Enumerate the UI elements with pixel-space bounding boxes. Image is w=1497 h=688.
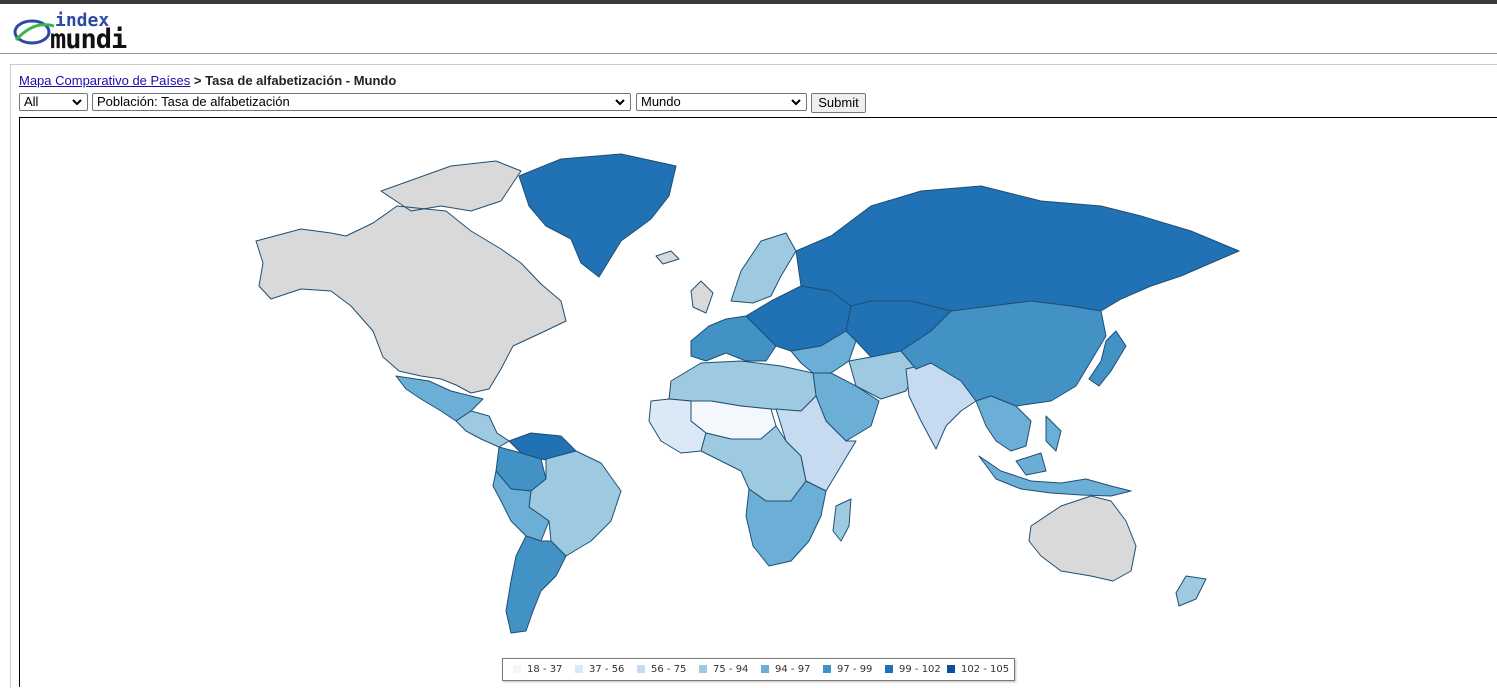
legend-swatch — [823, 665, 831, 673]
legend-label: 18 - 37 — [527, 664, 563, 675]
indicator-select[interactable]: Población: Tasa de alfabetización — [92, 93, 631, 111]
world-map[interactable] — [20, 118, 1497, 687]
logo-text-mundi: mundi — [50, 24, 127, 55]
breadcrumb-current: Tasa de alfabetización - Mundo — [205, 73, 397, 88]
header-divider — [0, 53, 1497, 54]
map-legend: 18 - 37 37 - 56 56 - 75 75 - 94 94 - 97 97 - … — [502, 658, 1015, 681]
map-container — [19, 117, 1497, 687]
legend-label: 102 - 105 — [961, 664, 1010, 675]
country-region-new-zealand[interactable] — [1175, 575, 1207, 607]
country-region-russia[interactable] — [795, 185, 1240, 312]
legend-label: 75 - 94 — [713, 664, 749, 675]
legend-item: 37 - 56 — [575, 664, 624, 675]
country-region-central-america[interactable] — [455, 410, 510, 448]
legend-label: 94 - 97 — [775, 664, 811, 675]
legend-item: 97 - 99 — [823, 664, 872, 675]
top-bar — [0, 0, 1497, 4]
category-select-value: All — [24, 94, 39, 109]
country-region-uk-iceland[interactable] — [655, 250, 714, 314]
country-region-scandinavia[interactable] — [730, 232, 797, 304]
legend-item: 99 - 102 — [885, 664, 941, 675]
legend-item: 56 - 75 — [637, 664, 686, 675]
legend-swatch — [885, 665, 893, 673]
country-region-madagascar[interactable] — [832, 498, 852, 542]
breadcrumb: Mapa Comparativo de Países > Tasa de alf… — [19, 73, 396, 88]
legend-swatch — [699, 665, 707, 673]
legend-item: 94 - 97 — [761, 664, 810, 675]
submit-button[interactable]: Submit — [811, 93, 866, 113]
legend-item: 18 - 37 — [513, 664, 562, 675]
legend-item: 102 - 105 — [947, 664, 1009, 675]
legend-label: 99 - 102 — [899, 664, 941, 675]
breadcrumb-separator: > — [193, 73, 202, 88]
legend-swatch — [761, 665, 769, 673]
legend-swatch — [947, 665, 955, 673]
region-select-value: Mundo — [641, 94, 681, 109]
chevron-down-icon — [72, 99, 82, 106]
category-select[interactable]: All — [19, 93, 88, 111]
indicator-select-value: Población: Tasa de alfabetización — [97, 94, 290, 109]
legend-label: 56 - 75 — [651, 664, 687, 675]
legend-swatch — [513, 665, 521, 673]
legend-label: 97 - 99 — [837, 664, 873, 675]
legend-label: 37 - 56 — [589, 664, 625, 675]
chevron-down-icon — [791, 99, 801, 106]
logo[interactable]: index mundi — [10, 12, 170, 55]
legend-swatch — [637, 665, 645, 673]
country-region-north-america[interactable] — [255, 160, 567, 394]
legend-swatch — [575, 665, 583, 673]
region-select[interactable]: Mundo — [636, 93, 807, 111]
legend-item: 75 - 94 — [699, 664, 748, 675]
country-region-indonesia[interactable] — [978, 452, 1132, 497]
country-region-greenland[interactable] — [518, 153, 677, 278]
country-region-australia[interactable] — [1028, 495, 1137, 582]
breadcrumb-link-comparative-map[interactable]: Mapa Comparativo de Países — [19, 73, 190, 88]
chevron-down-icon — [615, 99, 625, 106]
country-region-argentina-chile[interactable] — [505, 535, 567, 634]
